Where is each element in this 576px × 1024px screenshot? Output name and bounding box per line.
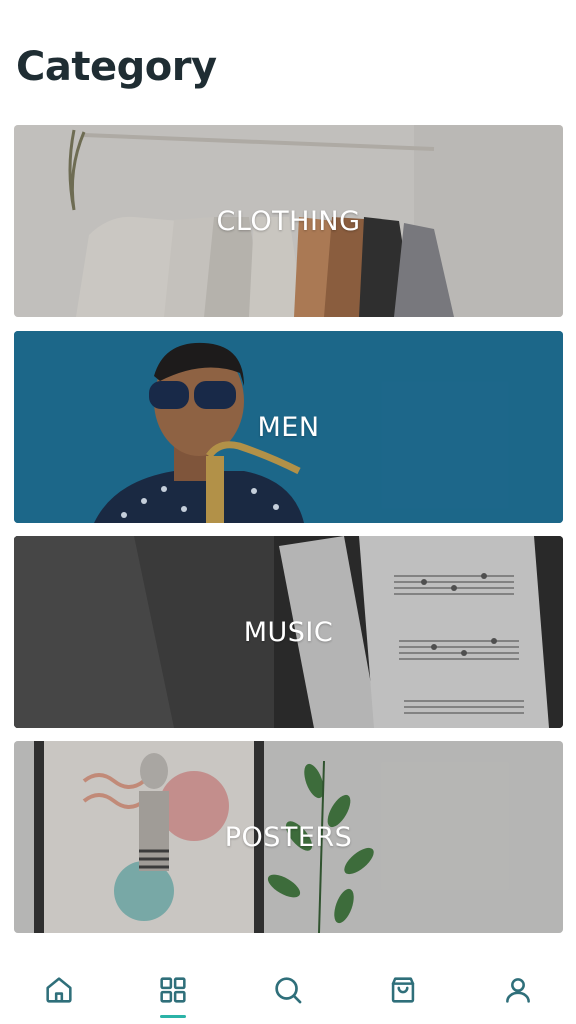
category-card-posters[interactable]: POSTERS (14, 741, 563, 933)
home-icon (46, 977, 72, 1003)
nav-search[interactable] (264, 966, 312, 1014)
page-title: Category (16, 44, 217, 90)
nav-cart[interactable] (379, 966, 427, 1014)
shopping-bag-icon (391, 977, 415, 1003)
nav-profile[interactable] (494, 966, 542, 1014)
category-label: MEN (257, 411, 320, 443)
bottom-navigation (0, 950, 576, 1024)
active-tab-indicator (160, 1015, 186, 1018)
category-label: MUSIC (243, 616, 334, 648)
category-label: CLOTHING (216, 205, 361, 237)
category-card-men[interactable]: MEN (14, 331, 563, 523)
category-label: POSTERS (224, 821, 353, 853)
grid-icon (160, 977, 186, 1003)
user-icon (506, 978, 530, 1003)
search-icon (275, 977, 302, 1004)
nav-categories[interactable] (149, 966, 197, 1014)
nav-home[interactable] (35, 966, 83, 1014)
category-card-music[interactable]: MUSIC (14, 536, 563, 728)
category-card-clothing[interactable]: CLOTHING (14, 125, 563, 317)
